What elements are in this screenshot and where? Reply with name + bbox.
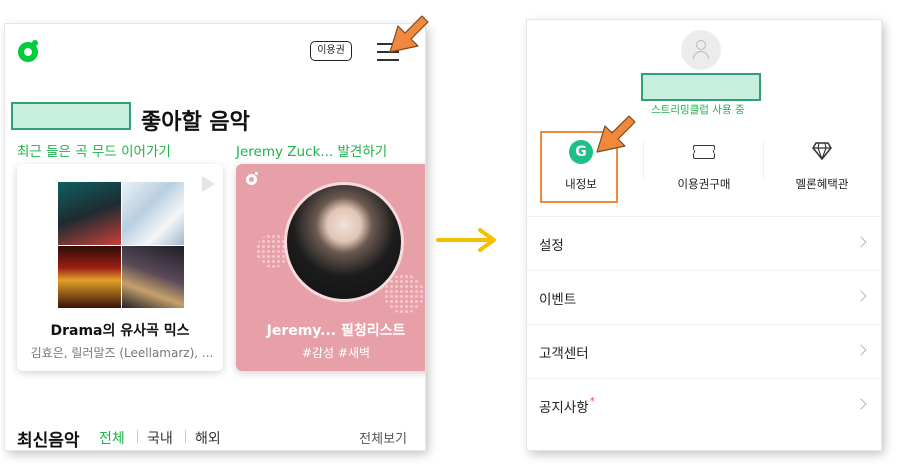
latest-music-header: 최신음악 전체 국내 해외 전체보기	[17, 426, 417, 450]
pointer-arrow-icon	[389, 15, 429, 53]
menu-item-settings[interactable]: 설정	[527, 216, 881, 270]
tab-divider	[137, 430, 138, 443]
redacted-username	[641, 73, 761, 101]
transition-arrow-icon	[436, 228, 496, 252]
new-badge: *	[589, 396, 595, 407]
playlist-card[interactable]: Jeremy... 필청리스트 #감성 #새벽	[236, 164, 425, 371]
home-screen: 이용권 좋아할 음악 최근 들은 곡 무드 이어가기 Jeremy Zuck..…	[5, 24, 425, 450]
card-subtitle: 김효은, 릴러말즈 (Leellamarz), ...	[30, 346, 214, 360]
discover-artist-label[interactable]: Jeremy Zuck... 발견하기	[236, 140, 387, 160]
card-title: Jeremy... 필청리스트	[266, 323, 406, 339]
chevron-right-icon	[855, 398, 867, 410]
melon-benefits-button[interactable]: 멜론혜택관	[763, 134, 881, 214]
diamond-icon	[812, 142, 832, 160]
greeting-title: 좋아할 음악	[141, 110, 250, 135]
card-subtitle: #감성 #새벽	[301, 346, 371, 360]
buy-ticket-button[interactable]: 이용권구매	[645, 134, 763, 214]
membership-status: 스트리밍클럽 사용 중	[651, 104, 745, 116]
menu-item-notices[interactable]: 공지사항*	[527, 378, 881, 432]
melon-mini-logo-icon	[246, 172, 258, 185]
chevron-right-icon	[855, 290, 867, 302]
see-all-link[interactable]: 전체보기	[359, 428, 407, 447]
tab-international[interactable]: 해외	[195, 428, 221, 448]
tab-divider	[185, 430, 186, 443]
menu-item-label: 설정	[539, 238, 564, 254]
latest-music-title: 최신음악	[17, 431, 80, 450]
decorative-dots	[384, 274, 424, 314]
card-title: Drama의 유사곡 믹스	[50, 323, 190, 339]
menu-item-label: 고객센터	[539, 346, 589, 362]
redacted-username	[11, 102, 131, 130]
quick-menu-label: 멜론혜택관	[795, 177, 849, 191]
ticket-button[interactable]: 이용권	[310, 41, 352, 61]
ticket-icon	[690, 145, 718, 159]
menu-item-customer-center[interactable]: 고객센터	[527, 324, 881, 378]
tab-domestic[interactable]: 국내	[147, 428, 173, 448]
melon-logo[interactable]	[18, 40, 38, 62]
menu-item-events[interactable]: 이벤트	[527, 270, 881, 324]
recent-mood-label[interactable]: 최근 들은 곡 무드 이어가기	[17, 140, 171, 160]
playlist-card[interactable]: Drama의 유사곡 믹스 김효은, 릴러말즈 (Leellamarz), ..…	[17, 164, 223, 371]
profile-avatar-icon[interactable]	[681, 30, 721, 70]
play-icon[interactable]	[202, 176, 215, 192]
quick-menu-label: 이용권구매	[677, 177, 731, 191]
settings-menu-list: 설정 이벤트 고객센터 공지사항*	[527, 216, 881, 432]
chevron-right-icon	[855, 344, 867, 356]
menu-item-label: 공지사항*	[539, 396, 595, 416]
side-menu-screen: 스트리밍클럽 사용 중 G 내정보 이용권구매 멜론혜택관 설정 이벤트 고객센…	[527, 20, 881, 450]
pointer-arrow-icon	[596, 115, 636, 153]
menu-item-label: 이벤트	[539, 292, 577, 308]
divider	[643, 142, 644, 178]
chevron-right-icon	[855, 236, 867, 248]
album-art-mosaic	[58, 182, 184, 308]
tab-all[interactable]: 전체	[99, 428, 125, 448]
